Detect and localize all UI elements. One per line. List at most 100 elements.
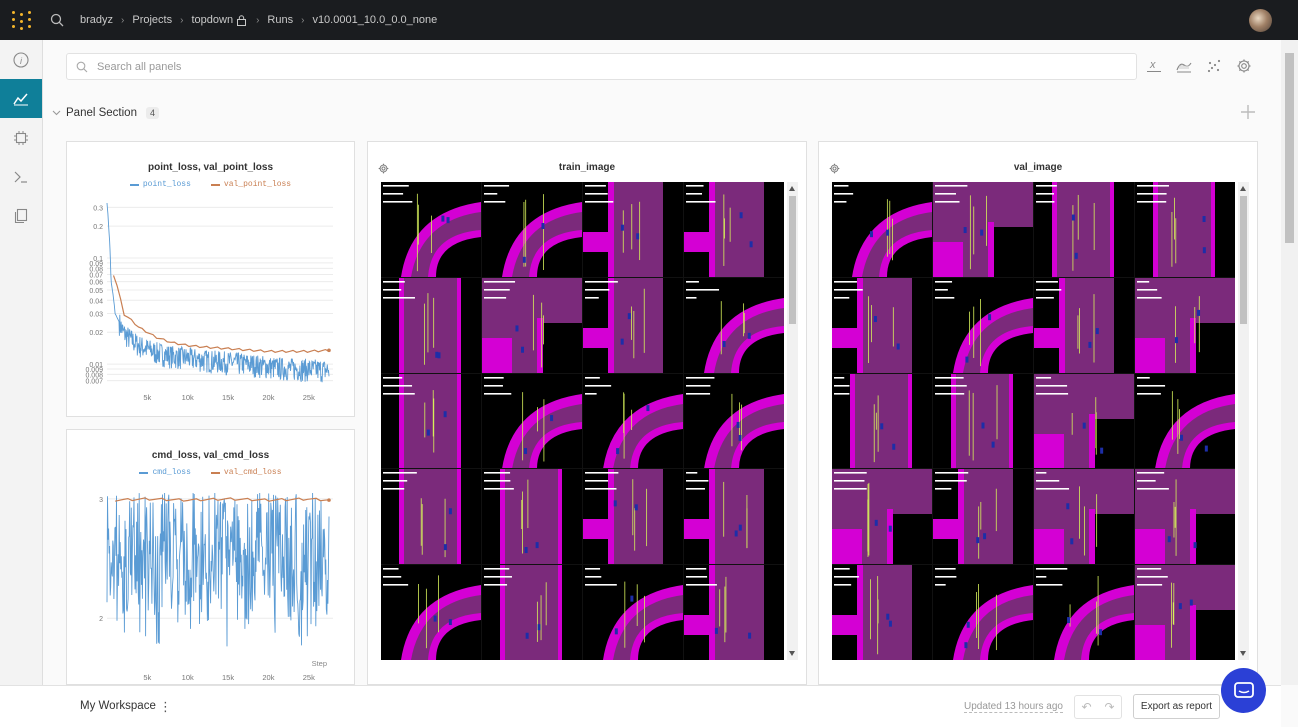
legend-item[interactable]: point_loss xyxy=(129,180,191,189)
chart-panel-point-loss[interactable]: point_loss, val_point_loss point_loss va… xyxy=(66,141,355,417)
legend-item[interactable]: cmd_loss xyxy=(139,468,191,477)
wandb-logo-icon[interactable] xyxy=(11,10,33,32)
breadcrumb-projects[interactable]: Projects xyxy=(132,14,172,26)
topdown-render xyxy=(684,565,784,660)
image-panel-train[interactable]: train_image xyxy=(367,141,807,685)
breadcrumb-runs[interactable]: Runs xyxy=(267,14,293,26)
x-axis-icon[interactable]: x xyxy=(1144,56,1164,76)
image-tile[interactable] xyxy=(583,469,683,565)
image-scrollbar[interactable] xyxy=(1238,182,1249,660)
kebab-menu-icon[interactable]: ⋮ xyxy=(159,699,172,715)
plus-icon[interactable] xyxy=(1238,102,1258,122)
chevron-down-icon[interactable] xyxy=(52,110,61,116)
vehicle xyxy=(963,227,967,234)
point-loss-chart[interactable]: 0.30.20.10.090.080.070.060.050.040.030.0… xyxy=(67,194,354,414)
overlay-text xyxy=(585,488,617,490)
image-tile[interactable] xyxy=(482,277,582,373)
image-tile[interactable] xyxy=(832,182,932,277)
page-scrollbar[interactable] xyxy=(1281,40,1298,685)
image-scrollbar[interactable] xyxy=(787,182,798,660)
image-tile[interactable] xyxy=(583,373,683,469)
image-tile[interactable] xyxy=(381,469,481,565)
vehicle xyxy=(1202,247,1206,254)
info-icon[interactable]: i xyxy=(0,40,42,79)
workspace-name[interactable]: My Workspace xyxy=(80,700,156,712)
image-tile[interactable] xyxy=(583,565,683,660)
terminal-icon[interactable] xyxy=(0,157,42,196)
outliers-icon[interactable] xyxy=(1204,56,1224,76)
legend-item[interactable]: val_cmd_loss xyxy=(210,468,282,477)
image-tile[interactable] xyxy=(482,565,582,660)
road xyxy=(862,565,912,660)
image-tile[interactable] xyxy=(1135,565,1235,660)
image-tile[interactable] xyxy=(482,182,582,277)
image-tile[interactable] xyxy=(1034,277,1134,373)
chart-icon[interactable] xyxy=(0,79,42,118)
files-icon[interactable] xyxy=(0,196,42,235)
image-tile[interactable] xyxy=(684,373,784,469)
image-tile[interactable] xyxy=(933,565,1033,660)
vehicle xyxy=(613,500,617,507)
search-icon[interactable] xyxy=(50,13,64,27)
cmd-loss-chart[interactable]: 325k 10k 15k 20k 25kStep xyxy=(67,482,354,686)
image-tile[interactable] xyxy=(684,182,784,277)
export-report-button[interactable]: Export as report xyxy=(1133,694,1220,719)
search-input[interactable] xyxy=(97,54,1117,79)
topdown-render xyxy=(1034,565,1134,660)
overlay-text xyxy=(1137,280,1150,283)
image-tile[interactable] xyxy=(684,565,784,660)
vehicle xyxy=(965,356,969,363)
overlay-text xyxy=(686,296,697,299)
image-tile[interactable] xyxy=(1034,182,1134,277)
image-tile[interactable] xyxy=(933,373,1033,469)
image-tile[interactable] xyxy=(1135,469,1235,565)
breadcrumb-project[interactable]: topdown xyxy=(191,14,233,26)
vehicle xyxy=(441,215,445,222)
image-tile[interactable] xyxy=(684,469,784,565)
image-tile[interactable] xyxy=(381,182,481,277)
image-tile[interactable] xyxy=(1135,182,1235,277)
image-tile[interactable] xyxy=(1135,373,1235,469)
overlay-text xyxy=(686,576,708,578)
image-tile[interactable] xyxy=(1135,277,1235,373)
image-tile[interactable] xyxy=(832,565,932,660)
image-tile[interactable] xyxy=(933,469,1033,565)
image-tile[interactable] xyxy=(1034,469,1134,565)
undo-icon[interactable]: ↶ xyxy=(1081,700,1091,714)
redo-icon[interactable]: ↷ xyxy=(1104,700,1114,714)
overlay-text xyxy=(1036,480,1060,482)
chart-panel-cmd-loss[interactable]: cmd_loss, val_cmd_loss cmd_loss val_cmd_… xyxy=(66,429,355,685)
image-tile[interactable] xyxy=(1034,565,1134,660)
image-tile[interactable] xyxy=(482,469,582,565)
overlay-text xyxy=(1137,576,1168,578)
image-tile[interactable] xyxy=(381,373,481,469)
panel-section-header[interactable]: Panel Section 4 xyxy=(52,103,159,123)
image-tile[interactable] xyxy=(832,277,932,373)
image-tile[interactable] xyxy=(832,469,932,565)
breadcrumb-user[interactable]: bradyz xyxy=(80,14,113,26)
chip-icon[interactable] xyxy=(0,118,42,157)
image-tile[interactable] xyxy=(583,277,683,373)
image-tile[interactable] xyxy=(832,373,932,469)
gear-icon[interactable] xyxy=(1234,56,1254,76)
image-tile[interactable] xyxy=(933,182,1033,277)
chat-icon[interactable] xyxy=(1221,668,1266,713)
overlay-text xyxy=(935,376,964,379)
image-tile[interactable] xyxy=(933,277,1033,373)
image-tile[interactable] xyxy=(381,565,481,660)
topdown-render xyxy=(1034,277,1134,373)
image-tile[interactable] xyxy=(583,182,683,277)
image-tile[interactable] xyxy=(684,277,784,373)
sidewalk xyxy=(988,222,994,277)
breadcrumb-run-name[interactable]: v10.0001_10.0_0.0_none xyxy=(312,14,437,26)
image-tile[interactable] xyxy=(482,373,582,469)
smoothing-icon[interactable] xyxy=(1174,56,1194,76)
topdown-render xyxy=(933,182,1033,277)
image-tile[interactable] xyxy=(381,277,481,373)
sidewalk xyxy=(457,277,461,373)
legend-item[interactable]: val_point_loss xyxy=(210,180,291,189)
topdown-render xyxy=(583,565,683,660)
avatar[interactable] xyxy=(1249,9,1272,32)
image-panel-val[interactable]: val_image xyxy=(818,141,1258,685)
image-tile[interactable] xyxy=(1034,373,1134,469)
